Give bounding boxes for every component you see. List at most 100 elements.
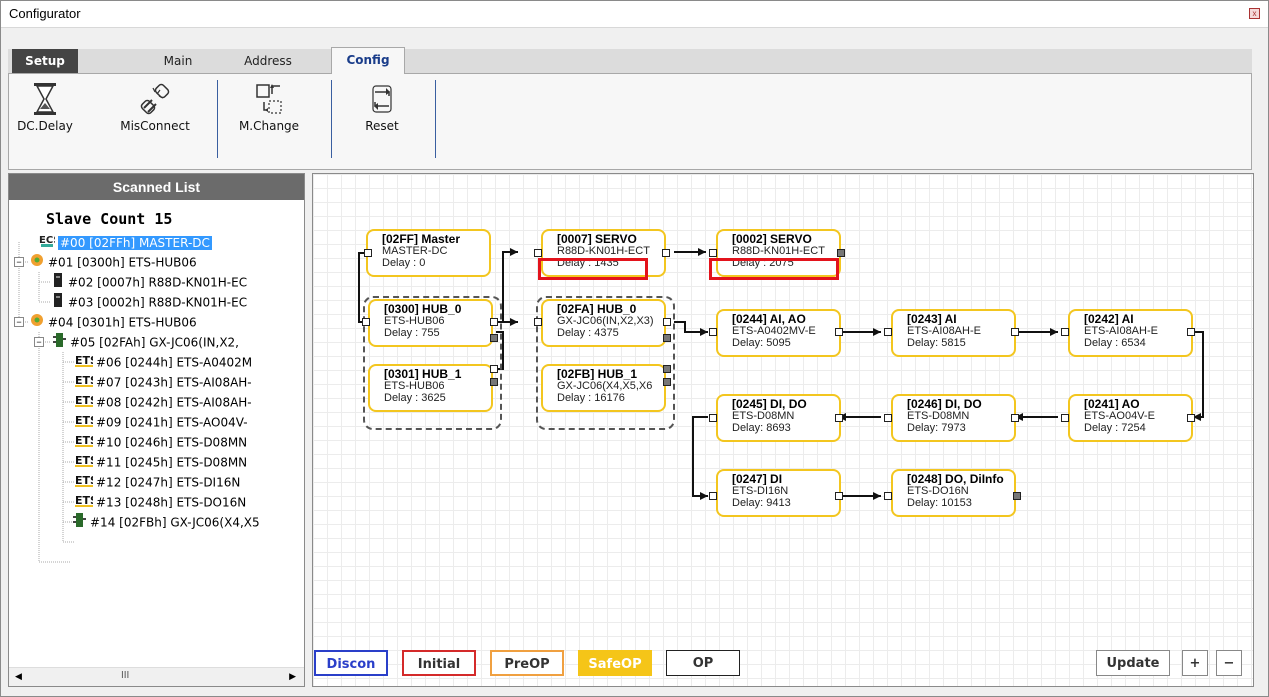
tree-item-00[interactable]: ECS#00 [02FFh] MASTER-DC <box>39 232 212 252</box>
node-delay: Delay : 755 <box>384 327 440 339</box>
port <box>362 318 370 326</box>
scroll-left-icon[interactable]: ◀ <box>15 671 22 682</box>
tree-item-01[interactable]: #01 [0300h] ETS-HUB06 <box>29 252 197 272</box>
port <box>663 378 671 386</box>
ets-icon: ETS <box>75 392 98 414</box>
tree-item-label: #01 [0300h] ETS-HUB06 <box>48 255 197 270</box>
tree-item-05[interactable]: #05 [02FAh] GX-JC06(IN,X2, <box>51 332 239 352</box>
node-0242[interactable]: [0242] AI ETS-AI08AH-E Delay : 6534 <box>1068 309 1193 357</box>
collapse-icon[interactable]: − <box>14 257 24 267</box>
topology-canvas[interactable]: [02FF] Master MASTER-DC Delay : 0 [0007]… <box>312 173 1254 687</box>
node-title: [0246] DI, DO <box>907 398 982 410</box>
state-initial-button[interactable]: Initial <box>402 650 476 676</box>
hub-icon <box>29 252 45 274</box>
misconnect-button[interactable]: MisConnect <box>117 82 193 133</box>
node-0244[interactable]: [0244] AI, AO ETS-A0402MV-E Delay: 5095 <box>716 309 841 357</box>
tree-item-13[interactable]: ETS#13 [0248h] ETS-DO16N <box>75 492 246 512</box>
tree-item-09[interactable]: ETS#09 [0241h] ETS-AO04V- <box>75 412 248 432</box>
tree-item-08[interactable]: ETS#08 [0242h] ETS-AI08AH- <box>75 392 252 412</box>
tree-item-12[interactable]: ETS#12 [0247h] ETS-DI16N <box>75 472 240 492</box>
collapse-icon[interactable]: − <box>14 317 24 327</box>
node-title: [02FA] HUB_0 <box>557 303 637 315</box>
port <box>709 328 717 336</box>
tree-item-10[interactable]: ETS#10 [0246h] ETS-D08MN <box>75 432 247 452</box>
port <box>1061 328 1069 336</box>
node-hub-02fa[interactable]: [02FA] HUB_0 GX-JC06(IN,X2,X3) Delay : 4… <box>541 299 666 347</box>
tree-item-03[interactable]: #03 [0002h] R88D-KN01H-EC <box>51 292 247 312</box>
state-safeop-button[interactable]: SafeOP <box>578 650 652 676</box>
port <box>709 249 717 257</box>
delay-highlight <box>709 258 839 280</box>
port <box>663 318 671 326</box>
port <box>490 378 498 386</box>
tab-address[interactable]: Address <box>228 49 308 73</box>
state-discon-button[interactable]: Discon <box>314 650 388 676</box>
node-0247[interactable]: [0247] DI ETS-DI16N Delay: 9413 <box>716 469 841 517</box>
tree-item-11[interactable]: ETS#11 [0245h] ETS-D08MN <box>75 452 247 472</box>
tree-item-06[interactable]: ETS#06 [0244h] ETS-A0402M <box>75 352 252 372</box>
port <box>364 249 372 257</box>
node-model: ETS-D08MN <box>732 410 795 422</box>
delay-highlight <box>538 258 648 280</box>
device-tree[interactable]: − − − ECS#00 [02FFh] MASTER-DC #01 [0300… <box>9 232 304 652</box>
node-delay: Delay: 9413 <box>732 497 791 509</box>
scroll-thumb-grip[interactable]: III <box>121 670 129 681</box>
port <box>534 249 542 257</box>
tree-item-04[interactable]: #04 [0301h] ETS-HUB06 <box>29 312 197 332</box>
junction-icon <box>51 332 67 354</box>
state-op-button[interactable]: OP <box>666 650 740 676</box>
node-hub-02fb[interactable]: [02FB] HUB_1 GX-JC06(X4,X5,X6 Delay : 16… <box>541 364 666 412</box>
scroll-right-icon[interactable]: ▶ <box>289 671 296 682</box>
servo-icon <box>51 292 65 314</box>
tree-item-label: #07 [0243h] ETS-AI08AH- <box>96 375 252 390</box>
node-model: GX-JC06(IN,X2,X3) <box>557 315 654 327</box>
tree-item-14[interactable]: #14 [02FBh] GX-JC06(X4,X5 <box>71 512 260 532</box>
node-model: R88D-KN01H-ECT <box>557 245 650 257</box>
tree-item-label: #11 [0245h] ETS-D08MN <box>96 455 248 470</box>
zoom-in-button[interactable]: + <box>1182 650 1208 676</box>
misconnect-label: MisConnect <box>120 119 190 133</box>
node-0248[interactable]: [0248] DO, DiInfo ETS-DO16N Delay: 10153 <box>891 469 1016 517</box>
title-bar: Configurator x <box>1 1 1268 28</box>
node-delay: Delay : 3625 <box>384 392 446 404</box>
zoom-out-button[interactable]: − <box>1216 650 1242 676</box>
tab-setup[interactable]: Setup <box>12 49 78 73</box>
node-model: GX-JC06(X4,X5,X6 <box>557 380 653 392</box>
node-title: [0242] AI <box>1084 313 1134 325</box>
dc-delay-button[interactable]: DC.Delay <box>15 82 75 133</box>
node-0241[interactable]: [0241] AO ETS-AO04V-E Delay : 7254 <box>1068 394 1193 442</box>
node-hub-0301[interactable]: [0301] HUB_1 ETS-HUB06 Delay : 3625 <box>368 364 493 412</box>
port <box>490 365 498 373</box>
m-change-button[interactable]: M.Change <box>231 82 307 133</box>
node-title: [0300] HUB_0 <box>384 303 462 315</box>
node-delay: Delay: 10153 <box>907 497 972 509</box>
node-0243[interactable]: [0243] AI ETS-AI08AH-E Delay: 5815 <box>891 309 1016 357</box>
tree-item-07[interactable]: ETS#07 [0243h] ETS-AI08AH- <box>75 372 252 392</box>
reset-icon <box>372 85 392 113</box>
node-delay: Delay: 8693 <box>732 422 791 434</box>
tree-item-label: #13 [0248h] ETS-DO16N <box>96 495 247 510</box>
horizontal-scrollbar[interactable]: ◀ III ▶ <box>9 667 304 686</box>
port <box>1013 492 1021 500</box>
node-delay: Delay : 7254 <box>1084 422 1146 434</box>
close-icon[interactable]: x <box>1249 8 1260 19</box>
reset-button[interactable]: Reset <box>357 82 407 133</box>
tree-item-label: #04 [0301h] ETS-HUB06 <box>48 315 197 330</box>
ets-icon: ETS <box>75 432 98 454</box>
tree-item-label: #14 [02FBh] GX-JC06(X4,X5 <box>90 515 260 530</box>
node-master[interactable]: [02FF] Master MASTER-DC Delay : 0 <box>366 229 491 277</box>
tree-item-02[interactable]: #02 [0007h] R88D-KN01H-EC <box>51 272 247 292</box>
port <box>835 328 843 336</box>
node-0246[interactable]: [0246] DI, DO ETS-D08MN Delay: 7973 <box>891 394 1016 442</box>
port <box>1187 328 1195 336</box>
slave-count: Slave Count 15 <box>46 210 173 228</box>
state-preop-button[interactable]: PreOP <box>490 650 564 676</box>
collapse-icon[interactable]: − <box>34 337 44 347</box>
node-hub-0300[interactable]: [0300] HUB_0 ETS-HUB06 Delay : 755 <box>368 299 493 347</box>
port <box>835 414 843 422</box>
tab-config[interactable]: Config <box>331 47 405 75</box>
update-button[interactable]: Update <box>1096 650 1170 676</box>
reset-label: Reset <box>365 119 399 133</box>
tab-main[interactable]: Main <box>148 49 208 73</box>
node-0245[interactable]: [0245] DI, DO ETS-D08MN Delay: 8693 <box>716 394 841 442</box>
